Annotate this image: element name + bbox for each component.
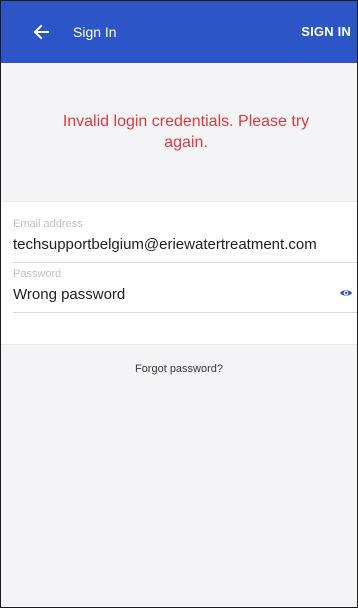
page-title: Sign In: [73, 24, 117, 40]
forgot-password-link[interactable]: Forgot password?: [1, 362, 357, 376]
password-label: Password: [13, 268, 62, 280]
sign-in-button[interactable]: SIGN IN: [301, 23, 351, 41]
login-form: Email address techsupportbelgium@eriewat…: [1, 201, 357, 345]
back-button[interactable]: [27, 18, 55, 46]
error-message: Invalid login credentials. Please try ag…: [62, 113, 310, 151]
email-field[interactable]: Email address techsupportbelgium@eriewat…: [13, 216, 357, 263]
email-label: Email address: [13, 218, 83, 230]
password-value[interactable]: Wrong password: [13, 285, 125, 305]
arrow-left-icon: [33, 24, 49, 40]
screen: Sign In SIGN IN Invalid login credential…: [0, 0, 358, 608]
eye-icon[interactable]: [339, 286, 353, 300]
email-value[interactable]: techsupportbelgium@eriewatertreatment.co…: [13, 235, 317, 255]
password-field[interactable]: Password Wrong password: [13, 266, 357, 313]
app-bar: Sign In SIGN IN: [1, 1, 357, 63]
